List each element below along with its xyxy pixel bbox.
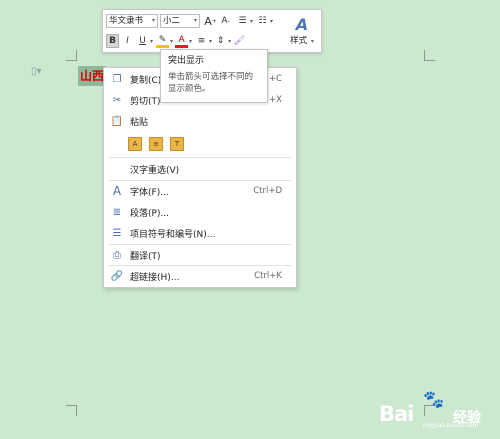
format-painter-icon[interactable]: 🖌 [233,34,246,48]
menu-item-hanzi-reselect[interactable]: 汉字重选(V) [104,159,296,179]
bullet-list-icon[interactable]: ☰ [236,14,249,28]
menu-item-bullets[interactable]: ☰ 项目符号和编号(N)... [104,223,296,243]
page-corner-mark [66,50,77,61]
page-corner-mark [66,405,77,416]
paste-options: A ≡ T [128,137,184,151]
styles-label: 样式 [290,36,308,46]
highlight-icon[interactable]: ✎ [156,35,170,48]
watermark-text: Bai [379,402,414,426]
shrink-font-button[interactable]: A- [219,14,232,28]
paste-keep-format-icon[interactable]: A [128,137,142,151]
menu-item-paste[interactable]: 📋 粘贴 [104,111,296,131]
chevron-down-icon[interactable]: ▾ [270,18,273,25]
paste-merge-format-icon[interactable]: ≡ [149,137,163,151]
paragraph-handle-icon[interactable]: ▯▾ [31,66,51,78]
paste-text-only-icon[interactable]: T [170,137,184,151]
bold-button[interactable]: B [106,34,119,48]
menu-item-translate[interactable]: ⎙ 翻译(T) [104,245,296,265]
chevron-down-icon: ▾ [310,38,314,45]
underline-button[interactable]: U [136,34,149,48]
italic-button[interactable]: I [121,34,134,48]
chevron-down-icon: ▾ [151,17,155,24]
baidu-watermark: Bai 🐾 经验 jingyan.baidu.com [379,390,497,430]
font-name-value: 华文隶书 [109,16,144,26]
chevron-down-icon: ▾ [193,17,197,24]
menu-item-font[interactable]: A 字体(F)... Ctrl+D [104,181,296,201]
font-name-select[interactable]: 华文隶书 ▾ [106,14,158,28]
chevron-down-icon[interactable]: ▾ [150,38,153,45]
align-icon[interactable]: ≡ [195,34,208,48]
paw-icon: 🐾 [423,390,445,410]
font-size-value: 小二 [163,16,181,26]
watermark-url: jingyan.baidu.com [423,422,479,429]
styles-button[interactable]: A 样式 ▾ [285,14,319,50]
mini-toolbar: 华文隶书 ▾ 小二 ▾ A + A- ☰ ▾ ☷ ▾ B I U ▾ ✎ ▾ A … [102,9,322,53]
hyperlink-icon: 🔗 [110,270,124,282]
font-icon: A [112,184,122,198]
font-color-button[interactable]: A [175,35,189,48]
chevron-down-icon[interactable]: ▾ [209,38,212,45]
grow-font-button[interactable]: A + [204,14,217,28]
page-corner-mark [424,50,435,61]
menu-item-hyperlink[interactable]: 🔗 超链接(H)... Ctrl+K [104,266,296,286]
chevron-down-icon[interactable]: ▾ [250,18,253,25]
font-size-select[interactable]: 小二 ▾ [160,14,200,28]
chevron-down-icon[interactable]: ▾ [170,38,173,45]
paste-icon: 📋 [110,115,124,127]
chevron-down-icon[interactable]: ▾ [189,38,192,45]
highlight-tooltip: 突出显示 单击箭头可选择不同的显示颜色。 [160,49,268,103]
copy-icon: ❐ [112,73,122,85]
scissors-icon: ✂ [112,94,122,106]
styles-icon: A [295,15,309,34]
numbered-list-icon[interactable]: ☷ [256,14,269,28]
menu-divider [108,157,292,158]
translate-icon: ⎙ [113,249,121,261]
tooltip-description: 单击箭头可选择不同的显示颜色。 [168,72,254,94]
selected-text[interactable]: 山西 [78,66,107,86]
list-icon: ☰ [112,227,122,239]
chevron-down-icon[interactable]: ▾ [228,38,231,45]
menu-item-paragraph[interactable]: ≣ 段落(P)... [104,202,296,222]
paragraph-icon: ≣ [112,206,122,218]
line-spacing-icon[interactable]: ⇕ [214,34,227,48]
tooltip-title: 突出显示 [168,56,205,66]
